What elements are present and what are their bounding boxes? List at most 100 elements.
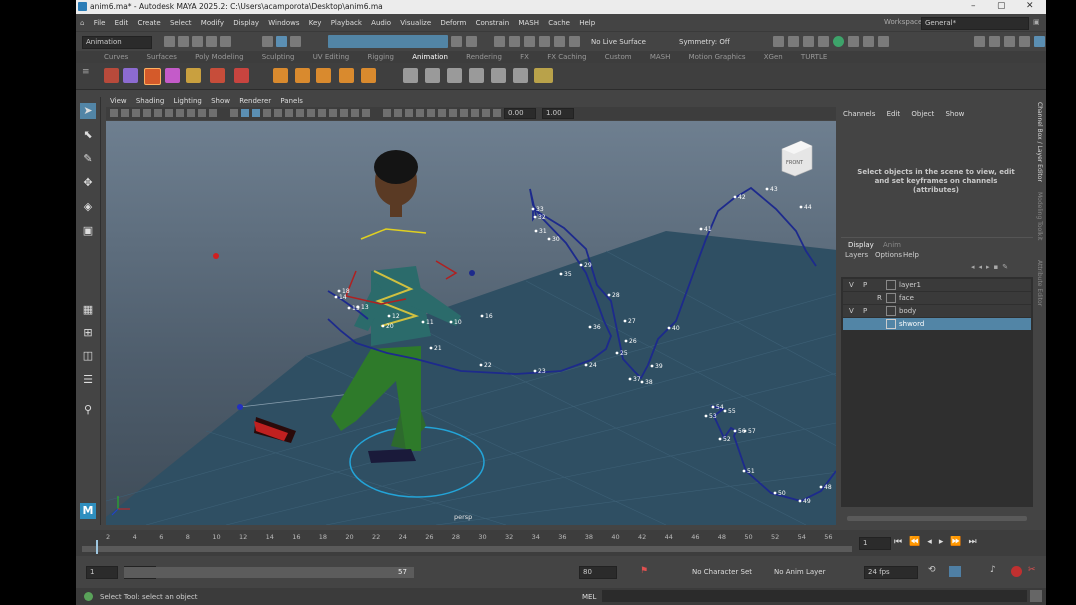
maya-home-icon[interactable]: M xyxy=(80,503,96,519)
shelf-tab-rigging[interactable]: Rigging xyxy=(367,51,394,63)
lock-selection-icon[interactable] xyxy=(451,36,462,47)
cache-playback-icon[interactable] xyxy=(949,566,961,577)
exposure-field[interactable]: 0.00 xyxy=(504,108,536,119)
panel-toolbar-icon[interactable] xyxy=(154,109,162,117)
panel-toolbar-icon[interactable] xyxy=(296,109,304,117)
menu-windows[interactable]: Windows xyxy=(268,15,299,31)
viewport-menu-lighting[interactable]: Lighting xyxy=(174,96,202,107)
snap-view-plane-icon[interactable] xyxy=(554,36,565,47)
motion-trail-point[interactable] xyxy=(579,263,583,267)
graph-editor-icon[interactable] xyxy=(123,68,138,83)
fps-dropdown[interactable]: 24 fps xyxy=(864,566,918,579)
panel-toolbar-icon[interactable] xyxy=(318,109,326,117)
scale-tool-icon[interactable]: ▣ xyxy=(80,223,96,239)
side-tab-modeling-toolkit[interactable]: Modeling Toolkit xyxy=(1036,192,1043,240)
motion-trail-point[interactable] xyxy=(743,429,747,433)
edit-menu[interactable]: Edit xyxy=(887,110,901,118)
symmetry-dropdown[interactable]: Symmetry: Off xyxy=(679,38,730,46)
time-slider[interactable]: 2 4 6 8 10 12 14 16 18 20 22 24 26 28 30 32 34 36 38 40 42 44… xyxy=(76,530,1046,556)
snap-projected-icon[interactable] xyxy=(539,36,550,47)
show-menu[interactable]: Show xyxy=(945,110,964,118)
shelf-tab-fx[interactable]: FX xyxy=(520,51,529,63)
panel-toolbar-icon[interactable] xyxy=(482,109,490,117)
panel-toolbar-icon[interactable] xyxy=(394,109,402,117)
panel-toolbar-icon[interactable] xyxy=(187,109,195,117)
panel-toolbar-icon[interactable] xyxy=(351,109,359,117)
outliner-icon[interactable] xyxy=(1034,36,1045,47)
menu-playback[interactable]: Playback xyxy=(331,15,362,31)
motion-trail-point[interactable] xyxy=(479,363,483,367)
panel-toolbar-icons[interactable] xyxy=(110,109,501,118)
motion-trail-point[interactable] xyxy=(704,414,708,418)
motion-trail-point[interactable] xyxy=(607,293,611,297)
render-view-icon[interactable] xyxy=(773,36,784,47)
two-view-layout-icon[interactable]: ◫ xyxy=(80,348,96,364)
layer-tool-icons[interactable]: ◂◂▸▪✎ xyxy=(971,263,1012,271)
snap-curve-icon[interactable] xyxy=(509,36,520,47)
snap-point-icon[interactable] xyxy=(524,36,535,47)
sound-icon[interactable]: ♪ xyxy=(990,565,996,575)
highlight-selection-icon[interactable] xyxy=(466,36,477,47)
side-tab-channel-box[interactable]: Channel Box / Layer Editor xyxy=(1036,102,1043,182)
pole-vector-icon[interactable] xyxy=(513,68,528,83)
home-icon[interactable]: ⌂ xyxy=(80,15,84,31)
motion-trail-point[interactable] xyxy=(347,306,351,310)
paint-select-icon[interactable]: ✎ xyxy=(80,151,96,167)
maximize-button[interactable]: ▢ xyxy=(997,1,1006,11)
select-component-icon[interactable] xyxy=(290,36,301,47)
panel-toolbar-icon[interactable] xyxy=(471,109,479,117)
motion-trail-point[interactable] xyxy=(480,314,484,318)
perspective-viewport[interactable]: 33 32 31 30 35 29 28 27 26 36 25 24 23 22 21 20 19 18 14 13… xyxy=(106,121,836,525)
motion-trail-point[interactable] xyxy=(650,364,654,368)
panel-toolbar-icon[interactable] xyxy=(329,109,337,117)
panel-toolbar-icon[interactable] xyxy=(110,109,118,117)
paint-weights-icon[interactable] xyxy=(339,68,354,83)
single-perspective-layout-icon[interactable]: ▦ xyxy=(80,302,96,318)
layer-row[interactable]: V P body xyxy=(843,305,1031,317)
motion-trail-point[interactable] xyxy=(667,326,671,330)
rotate-tool-icon[interactable]: ◈ xyxy=(80,199,96,215)
panel-toolbar-icon[interactable] xyxy=(493,109,501,117)
outliner-layout-icon[interactable]: ☰ xyxy=(80,372,96,388)
help-menu[interactable]: Help xyxy=(903,251,919,259)
motion-trail-point[interactable] xyxy=(723,409,727,413)
ghost-icon[interactable] xyxy=(186,68,201,83)
menu-deform[interactable]: Deform xyxy=(440,15,466,31)
motion-trail-point[interactable] xyxy=(421,320,425,324)
bind-skin-icon[interactable] xyxy=(316,68,331,83)
object-menu[interactable]: Object xyxy=(911,110,934,118)
motion-trail-point[interactable] xyxy=(733,195,737,199)
menu-file[interactable]: File xyxy=(94,15,106,31)
loop-icon[interactable]: ⟲ xyxy=(928,565,936,575)
minimize-button[interactable]: – xyxy=(971,1,976,11)
motion-trail-point[interactable] xyxy=(533,215,537,219)
save-scene-icon[interactable] xyxy=(192,36,203,47)
viewport-menu-view[interactable]: View xyxy=(110,96,127,107)
panel-toolbar-icon[interactable] xyxy=(143,109,151,117)
motion-trail-point[interactable] xyxy=(733,429,737,433)
panel-toolbar-icon[interactable] xyxy=(132,109,140,117)
character-set-dropdown[interactable]: No Character Set xyxy=(692,568,752,576)
make-live-icon[interactable] xyxy=(569,36,580,47)
panel-toolbar-icon[interactable] xyxy=(405,109,413,117)
live-surface-label[interactable]: No Live Surface xyxy=(591,38,646,46)
panel-toolbar-icon[interactable] xyxy=(383,109,391,117)
motion-trail-point[interactable] xyxy=(742,469,746,473)
layer-scrollbar[interactable] xyxy=(847,516,1027,521)
shelf-tab-custom[interactable]: Custom xyxy=(605,51,632,63)
menu-cache[interactable]: Cache xyxy=(548,15,570,31)
workspace-dropdown[interactable]: General* xyxy=(921,17,1029,30)
layer-row[interactable]: R face xyxy=(843,292,1031,304)
viewport-menu-shading[interactable]: Shading xyxy=(136,96,164,107)
tab-anim[interactable]: Anim xyxy=(883,241,901,249)
tool-settings-icon[interactable] xyxy=(1004,36,1015,47)
motion-trail-point[interactable] xyxy=(381,324,385,328)
motion-trail-point[interactable] xyxy=(337,289,341,293)
motion-trail-point[interactable] xyxy=(798,499,802,503)
motion-trail-point[interactable] xyxy=(765,187,769,191)
command-line-input[interactable] xyxy=(602,590,1027,602)
range-slider-bar[interactable] xyxy=(124,567,414,578)
motion-trail-point[interactable] xyxy=(628,377,632,381)
motion-trail-point[interactable] xyxy=(588,325,592,329)
shelf-tab-fx-caching[interactable]: FX Caching xyxy=(547,51,586,63)
